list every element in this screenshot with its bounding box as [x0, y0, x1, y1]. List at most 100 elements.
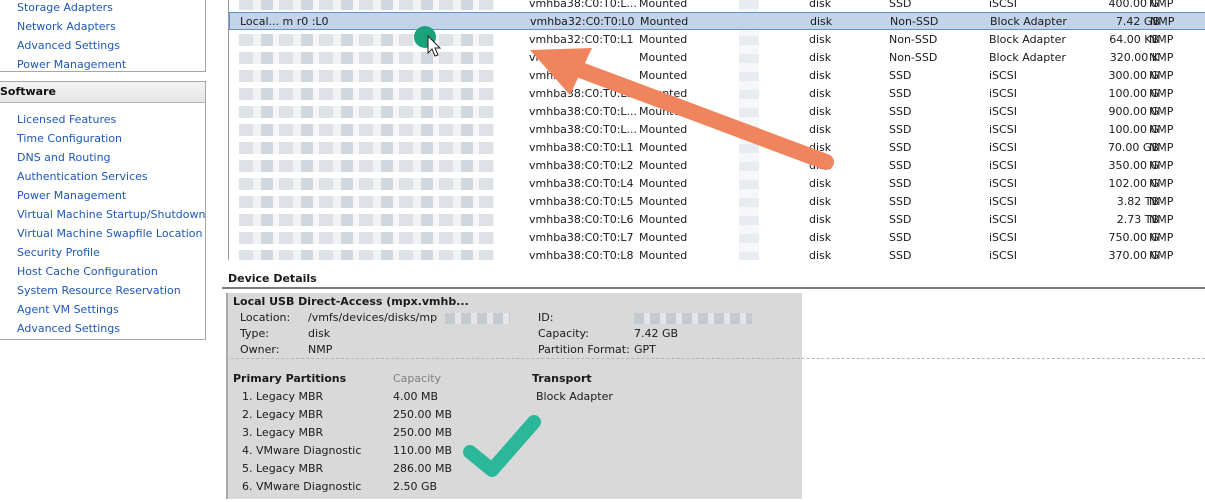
- nav-item-advanced-settings[interactable]: Advanced Settings: [0, 319, 205, 338]
- nav-item-authentication-services[interactable]: Authentication Services: [0, 167, 205, 186]
- cell-transport: iSCSI: [989, 159, 1017, 172]
- cell-status: Mounted: [639, 105, 688, 118]
- cell-device-name: Local... m r0 :L0: [240, 15, 329, 28]
- transport-header: Transport: [532, 372, 592, 385]
- nav-item-network-adapters[interactable]: Network Adapters: [0, 17, 205, 36]
- cell-type: disk: [810, 15, 833, 28]
- cell-transport: iSCSI: [989, 69, 1017, 82]
- nav-item-vm-swapfile-location[interactable]: Virtual Machine Swapfile Location: [0, 224, 205, 243]
- nav-item-power-management[interactable]: Power Management: [0, 186, 205, 205]
- table-row[interactable]: vmhba38:C0:T0:L... Mounted disk SSD iSCS…: [229, 85, 1205, 103]
- cell-type: disk: [809, 87, 832, 100]
- cell-status: Mounted: [639, 69, 688, 82]
- nav-item-licensed-features[interactable]: Licensed Features: [0, 110, 205, 129]
- cell-type: disk: [809, 249, 832, 260]
- redacted-name: [239, 124, 494, 136]
- cell-capacity: 350.00 G: [1108, 159, 1159, 172]
- table-row-selected[interactable]: Local... m r0 :L0 vmhba32:C0:T0:L0 Mount…: [229, 12, 1205, 30]
- capacity-column-header: Capacity: [393, 372, 442, 385]
- cell-owner: NMP: [1149, 33, 1174, 46]
- cell-status: Mounted: [639, 87, 688, 100]
- cell-runtime-name: vmhba32:C0:T0:L1: [529, 33, 634, 46]
- table-row[interactable]: vmhba38:C0:T0:L6 Mounted disk SSD iSCSI …: [229, 211, 1205, 229]
- partition-name: 3. Legacy MBR: [242, 426, 324, 439]
- table-row[interactable]: vmhba38:C0:T0:L... Mounted disk SSD iSCS…: [229, 103, 1205, 121]
- redacted-name: [239, 70, 494, 82]
- software-header: Software: [0, 82, 205, 103]
- nav-item-dns-and-routing[interactable]: DNS and Routing: [0, 148, 205, 167]
- cell-transport: iSCSI: [989, 249, 1017, 260]
- redacted-name: [239, 160, 494, 172]
- cell-status: Mounted: [639, 195, 688, 208]
- table-row[interactable]: vmhba38:C0:T0:L1 Mounted disk SSD iSCSI …: [229, 139, 1205, 157]
- table-row[interactable]: vm :T0:L2 Mounted disk Non-SSD Block Ada…: [229, 49, 1205, 67]
- cell-status: Mounted: [639, 159, 688, 172]
- cell-type: disk: [809, 69, 832, 82]
- cell-status: Mounted: [639, 33, 688, 46]
- owner-label: Owner:: [240, 343, 280, 356]
- cell-transport: iSCSI: [989, 123, 1017, 136]
- partition-name: 1. Legacy MBR: [242, 390, 324, 403]
- cell-owner: NMP: [1149, 69, 1174, 82]
- table-row[interactable]: vmhba38:C0:T0:L5 Mounted disk SSD iSCSI …: [229, 193, 1205, 211]
- cell-status: Mounted: [639, 231, 688, 244]
- table-row[interactable]: vmhba32:C0:T0:L1 Mounted disk Non-SSD Bl…: [229, 31, 1205, 49]
- table-row[interactable]: vmhba3 Mounted disk SSD iSCSI 300.00 G N…: [229, 67, 1205, 85]
- section-divider: [222, 287, 1205, 289]
- partition-format-label: Partition Format:: [538, 343, 630, 356]
- nav-item-power-management[interactable]: Power Management: [0, 55, 205, 74]
- redacted-name: [239, 34, 494, 46]
- owner-value: NMP: [308, 343, 333, 356]
- table-row[interactable]: vmhba38:C0:T0:L8 Mounted disk SSD iSCSI …: [229, 247, 1205, 260]
- cell-type: disk: [809, 159, 832, 172]
- nav-item-storage-adapters[interactable]: Storage Adapters: [0, 0, 205, 17]
- cell-runtime-name: vmhba38:C0:T0:L...: [529, 87, 638, 100]
- cell-capacity: 300.00 G: [1108, 69, 1159, 82]
- cell-drive-type: SSD: [889, 195, 912, 208]
- cell-runtime-name: vmhba38:C0:T0:L7: [529, 231, 634, 244]
- cell-transport: iSCSI: [989, 195, 1017, 208]
- cell-drive-type: Non-SSD: [889, 33, 938, 46]
- partition-name: 5. Legacy MBR: [242, 462, 324, 475]
- cell-runtime-name: vm :T0:L2: [529, 51, 584, 64]
- nav-item-vm-startup-shutdown[interactable]: Virtual Machine Startup/Shutdown: [0, 205, 205, 224]
- cell-owner: NMP: [1149, 231, 1174, 244]
- cell-capacity: 70.00 GB: [1107, 141, 1159, 154]
- cell-capacity: 900.00 G: [1108, 105, 1159, 118]
- partition-capacity: 110.00 MB: [393, 444, 453, 457]
- location-value: /vmfs/devices/disks/mp: [308, 311, 438, 324]
- cell-transport: iSCSI: [989, 213, 1017, 226]
- cell-capacity: 64.00 KB: [1109, 33, 1159, 46]
- partition-capacity: 4.00 MB: [393, 390, 439, 403]
- redacted-location: [445, 313, 510, 324]
- hardware-list: Storage Adapters Network Adapters Advanc…: [0, 0, 205, 74]
- cell-transport: Block Adapter: [989, 33, 1066, 46]
- cell-status: Mounted: [639, 123, 688, 136]
- cell-drive-type: SSD: [889, 87, 912, 100]
- cell-capacity: 2.73 TB: [1116, 213, 1159, 226]
- nav-item-advanced-settings[interactable]: Advanced Settings: [0, 36, 205, 55]
- table-row[interactable]: vmhba38:C0:T0:L... Mounted disk SSD iSCS…: [229, 121, 1205, 139]
- nav-item-time-configuration[interactable]: Time Configuration: [0, 129, 205, 148]
- cell-transport: iSCSI: [989, 231, 1017, 244]
- cell-capacity: 102.00 G: [1108, 177, 1159, 190]
- cell-status: Mounted: [640, 15, 689, 28]
- table-row[interactable]: vmhba38:C0:T0:L7 Mounted disk SSD iSCSI …: [229, 229, 1205, 247]
- nav-item-security-profile[interactable]: Security Profile: [0, 243, 205, 262]
- cell-runtime-name: vmhba38:C0:T0:L5: [529, 195, 634, 208]
- cell-type: disk: [809, 141, 832, 154]
- primary-partitions-header: Primary Partitions: [233, 372, 347, 385]
- nav-item-system-resource-reservation[interactable]: System Resource Reservation: [0, 281, 205, 300]
- redacted-id: [634, 313, 752, 324]
- cell-owner: NMP: [1149, 177, 1174, 190]
- nav-item-agent-vm-settings[interactable]: Agent VM Settings: [0, 300, 205, 319]
- cell-owner: NMP: [1149, 105, 1174, 118]
- cell-runtime-name: vmhba38:C0:T0:L6: [529, 213, 634, 226]
- redacted-name: [239, 52, 494, 64]
- table-row[interactable]: vmhba38:C0:T0:L4 Mounted disk SSD iSCSI …: [229, 175, 1205, 193]
- cell-owner: NMP: [1150, 15, 1175, 28]
- software-list: Licensed Features Time Configuration DNS…: [0, 103, 205, 338]
- nav-item-host-cache-configuration[interactable]: Host Cache Configuration: [0, 262, 205, 281]
- cell-drive-type: Non-SSD: [890, 15, 939, 28]
- table-row[interactable]: vmhba38:C0:T0:L2 Mounted disk SSD iSCSI …: [229, 157, 1205, 175]
